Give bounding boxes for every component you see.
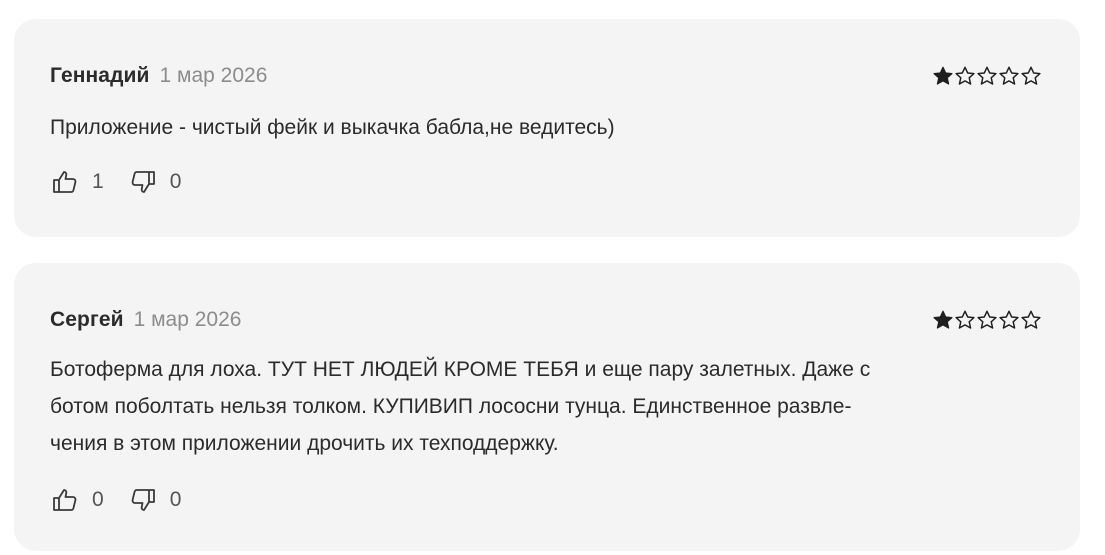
thumbs-down-icon (131, 489, 155, 511)
star-empty-icon (976, 309, 998, 331)
dislike-count: 0 (169, 170, 182, 193)
dislike-button[interactable]: 0 (128, 485, 182, 515)
review-date: 1 мар 2026 (133, 308, 242, 331)
review-card: Геннадий 1 мар 2026 Приложение - чистый … (14, 19, 1080, 237)
star-filled-icon (932, 65, 954, 87)
review-text-line: Ботоферма для лоха. ТУТ НЕТ ЛЮДЕЙ КРОМЕ … (50, 358, 871, 381)
rating-stars (932, 65, 1042, 87)
review-text: Приложение - чистый фейк и выкачка бабла… (50, 116, 615, 139)
review-card: Сергей 1 мар 2026 Ботоферма для лоха. ТУ… (14, 263, 1080, 551)
star-empty-icon (954, 65, 976, 87)
thumbs-up-icon (53, 171, 77, 193)
like-count: 1 (92, 170, 104, 193)
review-text-line: ботом поболтать нельзя толком. КУПИВИП л… (50, 395, 852, 418)
review-date: 1 мар 2026 (159, 64, 268, 87)
review-text-line: чения в этом приложении дрочить их техпо… (50, 432, 559, 455)
star-empty-icon (976, 65, 998, 87)
star-empty-icon (1020, 309, 1042, 331)
star-empty-icon (1020, 65, 1042, 87)
dislike-count: 0 (169, 488, 182, 511)
review-header: Сергей 1 мар 2026 (50, 305, 1042, 335)
like-button[interactable]: 0 (50, 485, 104, 515)
star-filled-icon (932, 309, 954, 331)
star-empty-icon (998, 65, 1020, 87)
star-empty-icon (998, 309, 1020, 331)
rating-stars (932, 309, 1042, 331)
thumbs-up-icon (53, 489, 77, 511)
star-empty-icon (954, 309, 976, 331)
review-header: Геннадий 1 мар 2026 (50, 61, 1042, 91)
review-votes: 1 0 (50, 167, 205, 197)
review-author: Геннадий (50, 64, 150, 87)
thumbs-down-icon (131, 171, 155, 193)
review-author: Сергей (50, 308, 124, 331)
dislike-button[interactable]: 0 (128, 167, 182, 197)
review-votes: 0 0 (50, 485, 205, 515)
like-count: 0 (92, 488, 104, 511)
like-button[interactable]: 1 (50, 167, 104, 197)
review-text: Ботоферма для лоха. ТУТ НЕТ ЛЮДЕЙ КРОМЕ … (50, 351, 1040, 462)
